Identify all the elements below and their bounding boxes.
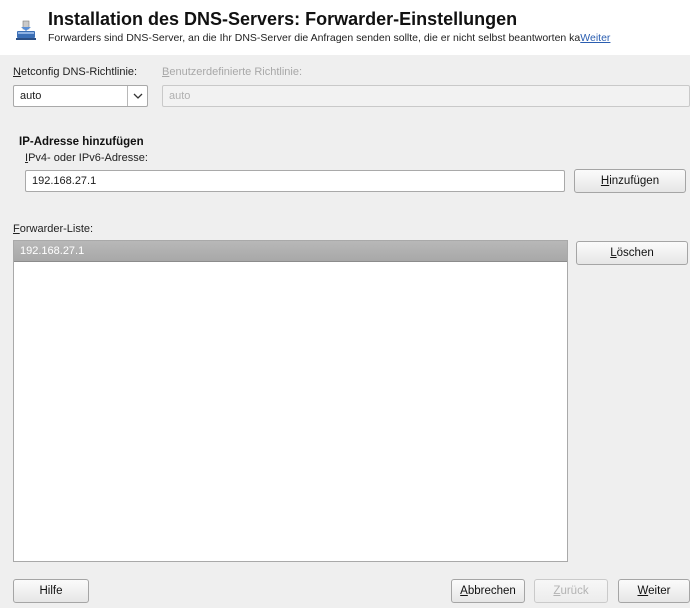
cancel-button[interactable]: Abbrechen: [451, 579, 525, 603]
next-button[interactable]: Weiter: [618, 579, 690, 603]
more-link[interactable]: Weiter: [580, 32, 610, 44]
netconfig-policy-label: Netconfig DNS-Richtlinie:: [13, 66, 138, 78]
back-button: Zurück: [534, 579, 608, 603]
delete-button-label: Löschen: [610, 247, 654, 259]
add-button-label: Hinzufügen: [600, 175, 660, 187]
delete-button[interactable]: Löschen: [576, 241, 688, 265]
ip-address-value: 192.168.27.1: [32, 175, 97, 187]
help-button[interactable]: Hilfe: [13, 579, 89, 603]
forwarder-list-label: Forwarder-Liste:: [13, 223, 94, 235]
forwarder-list[interactable]: 192.168.27.1: [13, 240, 568, 562]
custom-policy-field: auto: [162, 85, 690, 107]
next-button-label: Weiter: [637, 585, 671, 597]
add-button[interactable]: Hinzufügen: [574, 169, 686, 193]
netconfig-policy-combo[interactable]: auto: [13, 85, 148, 107]
help-button-label: Hilfe: [39, 585, 63, 597]
chevron-down-icon[interactable]: [127, 86, 147, 106]
custom-policy-label: Benutzerdefinierte Richtlinie:: [162, 66, 303, 78]
page-title: Installation des DNS-Servers: Forwarder-…: [48, 9, 518, 29]
ip-address-label: IPv4- oder IPv6-Adresse:: [25, 152, 148, 164]
netconfig-policy-value: auto: [20, 90, 42, 102]
custom-policy-value: auto: [169, 90, 191, 102]
page-description: Forwarders sind DNS-Server, an die Ihr D…: [48, 32, 690, 44]
description-text: Forwarders sind DNS-Server, an die Ihr D…: [48, 32, 581, 44]
cancel-button-label: Abbrechen: [460, 585, 516, 597]
dialog-header: Installation des DNS-Servers: Forwarder-…: [0, 0, 690, 55]
add-ip-section-title: IP-Adresse hinzufügen: [19, 136, 144, 148]
list-item-label: 192.168.27.1: [20, 245, 85, 257]
list-item[interactable]: 192.168.27.1: [14, 241, 567, 262]
ip-address-input[interactable]: 192.168.27.1: [25, 170, 565, 192]
dns-server-install-icon: [14, 18, 38, 42]
back-button-label: Zurück: [553, 585, 589, 597]
